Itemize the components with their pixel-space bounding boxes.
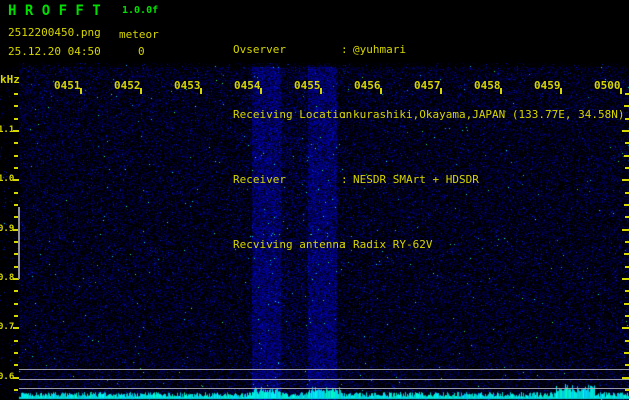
y-tick-mark-right	[625, 340, 629, 342]
y-tick-mark-right	[624, 352, 629, 354]
x-tick-mark	[260, 88, 262, 94]
y-tick-mark-right	[625, 241, 629, 243]
y-tick-mark-minor	[14, 142, 18, 144]
y-tick-mark-right	[625, 192, 629, 194]
reference-line	[19, 388, 629, 389]
y-tick-mark-minor	[14, 105, 18, 107]
y-tick-label: 0.9	[0, 224, 15, 234]
y-tick-mark-minor	[14, 340, 18, 342]
info-colon: :	[340, 173, 348, 186]
y-tick-label: 0.6	[0, 372, 15, 382]
x-tick-mark	[440, 88, 442, 94]
x-tick-label: 0455	[294, 79, 321, 92]
y-tick-mark-right	[622, 179, 629, 181]
y-tick-mark-right	[625, 142, 629, 144]
station-info: Ovserver: @yuhmari Receiving Location: kur…	[180, 4, 625, 290]
y-tick-mark-right	[622, 130, 629, 132]
info-colon: :	[340, 43, 348, 56]
y-tick-mark-minor	[14, 192, 18, 194]
info-row-receiver: Receiver: NESDR SMArt + HDSDR	[180, 160, 625, 199]
y-tick-mark-right	[625, 315, 629, 317]
left-marker-bar	[18, 207, 20, 279]
y-tick-mark-minor	[14, 315, 18, 317]
info-value: @yuhmari	[352, 43, 406, 56]
x-tick-label: 0459	[534, 79, 561, 92]
y-tick-label: 1.0	[0, 174, 15, 184]
y-tick-mark-right	[624, 253, 629, 255]
x-tick-label: 0456	[354, 79, 381, 92]
x-tick-mark	[200, 88, 202, 94]
x-tick-label: 0452	[114, 79, 141, 92]
meteor-counter-label: meteor	[119, 28, 159, 41]
y-tick-mark-right	[622, 327, 629, 329]
x-tick-mark	[500, 88, 502, 94]
y-tick-mark-right	[622, 278, 629, 280]
x-tick-label: 0457	[414, 79, 441, 92]
y-tick-mark-minor	[14, 389, 18, 391]
y-tick-mark-minor	[14, 290, 18, 292]
y-tick-mark-right	[625, 118, 629, 120]
info-value: Radix RY-62V	[352, 238, 433, 251]
app-version: 1.0.0f	[122, 5, 159, 16]
x-tick-mark	[620, 88, 622, 94]
meteor-counter-value: 0	[138, 45, 145, 58]
hrofft-window: H R O F F T 1.0.0f 2512200450.png meteor…	[0, 0, 629, 400]
y-tick-mark-major	[13, 327, 19, 329]
x-tick-label: 0453	[174, 79, 201, 92]
y-tick-mark-minor	[14, 364, 18, 366]
x-tick-label: 0451	[54, 79, 81, 92]
info-value: NESDR SMArt + HDSDR	[352, 173, 479, 186]
x-tick-mark	[320, 88, 322, 94]
y-tick-mark-right	[625, 364, 629, 366]
x-tick-label: 0454	[234, 79, 261, 92]
x-tick-label: 0458	[474, 79, 501, 92]
y-tick-mark-minor	[14, 303, 18, 305]
info-colon: :	[340, 238, 348, 251]
y-tick-mark-minor	[14, 167, 18, 169]
info-label: Receiving Location	[232, 108, 353, 121]
info-label: Receiver	[232, 173, 286, 186]
y-tick-mark-minor	[14, 118, 18, 120]
y-tick-mark-minor	[14, 155, 18, 157]
y-tick-mark-right	[624, 105, 629, 107]
x-tick-mark	[560, 88, 562, 94]
info-row-antenna: Recviving antenna: Radix RY-62V	[180, 225, 625, 264]
y-tick-mark-right	[625, 266, 629, 268]
y-tick-mark-right	[625, 93, 629, 95]
y-tick-mark-right	[624, 303, 629, 305]
x-tick-mark	[380, 88, 382, 94]
y-axis-unit-label: kHz	[0, 73, 20, 86]
y-tick-mark-right	[625, 389, 629, 391]
y-tick-mark-minor	[14, 204, 18, 206]
info-colon: :	[340, 108, 348, 121]
info-row-location: Receiving Location: kurashiki,Okayama,JAP…	[180, 95, 625, 134]
y-tick-mark-right	[625, 290, 629, 292]
reference-line	[19, 379, 629, 380]
y-tick-mark-minor	[14, 352, 18, 354]
y-tick-label: 0.7	[0, 322, 15, 332]
y-tick-mark-right	[624, 155, 629, 157]
y-tick-mark-right	[625, 216, 629, 218]
x-tick-mark	[80, 88, 82, 94]
y-tick-mark-right	[625, 167, 629, 169]
output-filename: 2512200450.png	[8, 26, 101, 39]
info-label: Recviving antenna	[232, 238, 346, 251]
y-tick-mark-major	[13, 130, 19, 132]
y-tick-mark-right	[622, 229, 629, 231]
info-label: Ovserver	[232, 43, 286, 56]
reference-line	[19, 369, 629, 370]
y-tick-mark-right	[624, 204, 629, 206]
y-tick-mark-major	[13, 179, 19, 181]
y-tick-mark-minor	[14, 93, 18, 95]
info-row-observer: Ovserver: @yuhmari	[180, 30, 625, 69]
x-tick-label: 0500	[594, 79, 621, 92]
timestamp: 25.12.20 04:50	[8, 45, 101, 58]
app-title: H R O F F T	[8, 3, 101, 19]
info-value: kurashiki,Okayama,JAPAN (133.77E, 34.58N…	[352, 108, 625, 121]
x-tick-mark	[140, 88, 142, 94]
y-tick-label: 1.1	[0, 125, 15, 135]
y-tick-label: 0.8	[0, 273, 15, 283]
